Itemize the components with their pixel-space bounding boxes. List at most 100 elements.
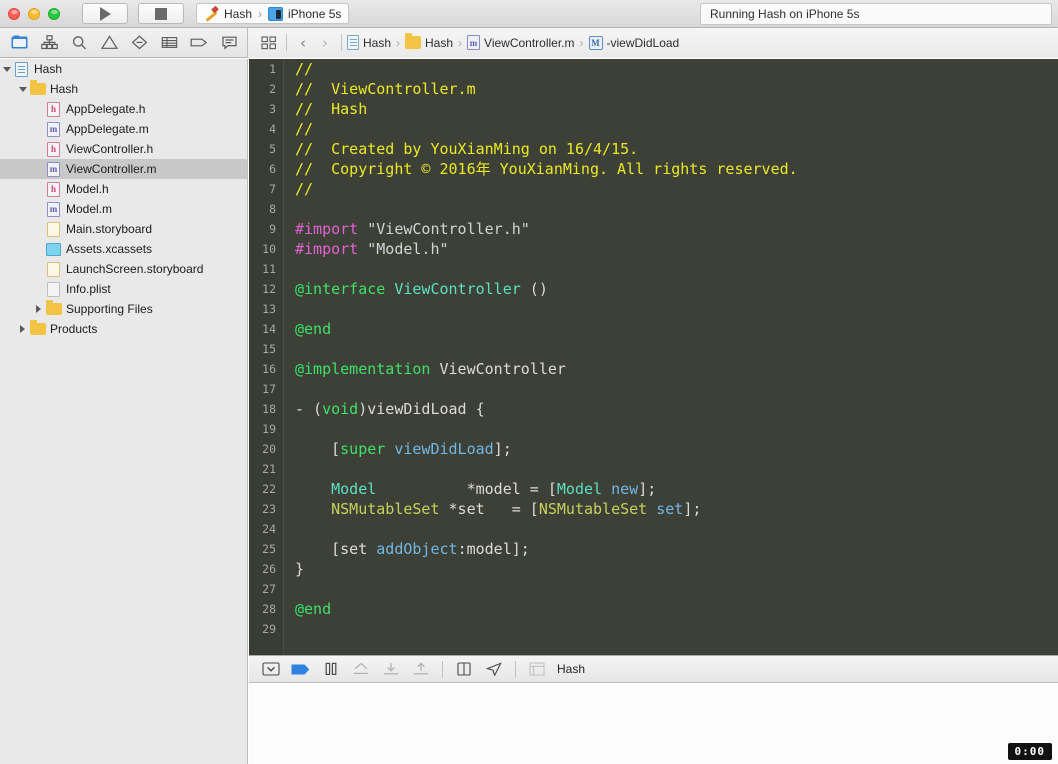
file-icon-slot xyxy=(13,61,30,77)
code-line[interactable]: [set addObject:model]; xyxy=(285,539,1058,559)
stop-button[interactable] xyxy=(138,3,184,24)
code-line[interactable]: NSMutableSet *set = [NSMutableSet set]; xyxy=(285,499,1058,519)
zoom-window-button[interactable] xyxy=(48,7,60,20)
code-line[interactable] xyxy=(285,619,1058,639)
code-line[interactable]: // xyxy=(285,59,1058,79)
chevron-down-icon[interactable] xyxy=(0,66,13,72)
code-line[interactable]: #import "ViewController.h" xyxy=(285,219,1058,239)
chevron-down-icon[interactable] xyxy=(16,86,29,92)
code-token: ViewController xyxy=(394,280,521,298)
line-number: 6 xyxy=(269,162,276,176)
code-line[interactable] xyxy=(285,459,1058,479)
simulator-icon xyxy=(268,6,284,21)
navigate-forward-button[interactable]: › xyxy=(314,34,336,52)
close-window-button[interactable] xyxy=(8,7,20,20)
breakpoint-navigator-icon[interactable] xyxy=(184,30,214,56)
pause-continue-icon[interactable] xyxy=(317,658,345,680)
line-number: 20 xyxy=(262,442,276,456)
line-number: 24 xyxy=(262,522,276,536)
code-token: @interface xyxy=(295,280,386,298)
file-tree-row[interactable]: h AppDelegate.h xyxy=(0,99,247,119)
file-tree-row[interactable]: Main.storyboard xyxy=(0,219,247,239)
code-line[interactable]: // xyxy=(285,179,1058,199)
file-tree-row[interactable]: LaunchScreen.storyboard xyxy=(0,259,247,279)
file-tree-row[interactable]: m Model.m xyxy=(0,199,247,219)
code-line[interactable]: @interface ViewController () xyxy=(285,279,1058,299)
breadcrumb-item-method[interactable]: M -viewDidLoad xyxy=(588,35,679,50)
file-tree-row[interactable]: h ViewController.h xyxy=(0,139,247,159)
step-into-icon[interactable] xyxy=(377,658,405,680)
code-line[interactable] xyxy=(285,339,1058,359)
debug-navigator-icon[interactable] xyxy=(154,30,184,56)
file-tree-row[interactable]: Products xyxy=(0,319,247,339)
file-icon-slot: m xyxy=(45,201,62,217)
code-content[interactable]: // // ViewController.m // Hash // // Created… xyxy=(285,59,1058,655)
related-items-icon[interactable] xyxy=(257,35,281,50)
divider xyxy=(442,660,443,678)
code-line[interactable]: @implementation ViewController xyxy=(285,359,1058,379)
deactivate-breakpoints-icon[interactable] xyxy=(287,658,315,680)
file-tree-row[interactable]: Assets.xcassets xyxy=(0,239,247,259)
code-line[interactable] xyxy=(285,519,1058,539)
source-editor[interactable]: 1 2 3 4 5 6 7 8 9 10 11 12 13 14 15 16 17 18 19 20 21 22 23 24 2… xyxy=(249,59,1058,655)
chevron-right-icon[interactable] xyxy=(32,305,45,313)
run-button[interactable] xyxy=(82,3,128,24)
code-line[interactable]: } xyxy=(285,559,1058,579)
code-line[interactable]: @end xyxy=(285,599,1058,619)
file-tree-row[interactable]: Supporting Files xyxy=(0,299,247,319)
code-line[interactable]: - (void)viewDidLoad { xyxy=(285,399,1058,419)
code-token: [set xyxy=(295,540,377,558)
file-tree-row[interactable]: m AppDelegate.m xyxy=(0,119,247,139)
xcode-hammer-icon xyxy=(204,6,219,21)
minimize-window-button[interactable] xyxy=(28,7,40,20)
line-number: 17 xyxy=(262,382,276,396)
code-line[interactable]: // Hash xyxy=(285,99,1058,119)
file-tree-row[interactable]: Hash xyxy=(0,79,247,99)
code-line[interactable] xyxy=(285,419,1058,439)
file-tree-row[interactable]: h Model.h xyxy=(0,179,247,199)
code-line[interactable]: // Created by YouXianMing on 16/4/15. xyxy=(285,139,1058,159)
breadcrumb-item-group[interactable]: Hash xyxy=(405,33,453,50)
step-over-icon[interactable] xyxy=(347,658,375,680)
debug-view-hierarchy-icon[interactable] xyxy=(450,658,478,680)
code-line[interactable] xyxy=(285,199,1058,219)
step-out-icon[interactable] xyxy=(407,658,435,680)
code-line[interactable]: // Copyright © 2016年 YouXianMing. All ri… xyxy=(285,159,1058,179)
stack-frame-icon[interactable] xyxy=(523,658,551,680)
breadcrumb-item-project[interactable]: Hash xyxy=(347,35,391,50)
symbol-navigator-icon[interactable] xyxy=(34,30,64,56)
chevron-right-icon[interactable] xyxy=(16,325,29,333)
issue-navigator-icon[interactable] xyxy=(94,30,124,56)
project-navigator-icon[interactable] xyxy=(4,30,34,56)
simulate-location-icon[interactable] xyxy=(480,658,508,680)
file-tree-row[interactable]: m ViewController.m xyxy=(0,159,247,179)
hide-debug-area-icon[interactable] xyxy=(257,658,285,680)
code-line[interactable]: @end xyxy=(285,319,1058,339)
code-line[interactable]: // xyxy=(285,119,1058,139)
code-line[interactable] xyxy=(285,379,1058,399)
project-navigator[interactable]: Hash Hash h AppDelegate.h m AppDelegate.m h Vie… xyxy=(0,59,248,764)
file-tree-row[interactable]: Hash xyxy=(0,59,247,79)
code-token: // xyxy=(295,120,314,138)
debug-console[interactable]: 0:00 xyxy=(249,684,1058,764)
report-navigator-icon[interactable] xyxy=(214,30,244,56)
breadcrumb-item-file[interactable]: m ViewController.m xyxy=(467,35,575,50)
code-line[interactable]: [super viewDidLoad]; xyxy=(285,439,1058,459)
line-number: 26 xyxy=(262,562,276,576)
file-icon-slot: h xyxy=(45,141,62,157)
line-number: 10 xyxy=(262,242,276,256)
scheme-selector[interactable]: Hash › iPhone 5s xyxy=(196,3,350,24)
code-line[interactable]: #import "Model.h" xyxy=(285,239,1058,259)
debug-bar: Hash xyxy=(249,655,1058,683)
test-navigator-icon[interactable] xyxy=(124,30,154,56)
title-bar: Hash › iPhone 5s Running Hash on iPhone … xyxy=(0,0,1058,28)
code-line[interactable] xyxy=(285,259,1058,279)
code-line[interactable] xyxy=(285,299,1058,319)
find-navigator-icon[interactable] xyxy=(64,30,94,56)
code-line[interactable]: Model *model = [Model new]; xyxy=(285,479,1058,499)
code-line[interactable]: // ViewController.m xyxy=(285,79,1058,99)
file-tree-row[interactable]: Info.plist xyxy=(0,279,247,299)
code-line[interactable] xyxy=(285,579,1058,599)
navigate-back-button[interactable]: ‹ xyxy=(292,34,314,52)
file-icon-slot: m xyxy=(45,121,62,137)
